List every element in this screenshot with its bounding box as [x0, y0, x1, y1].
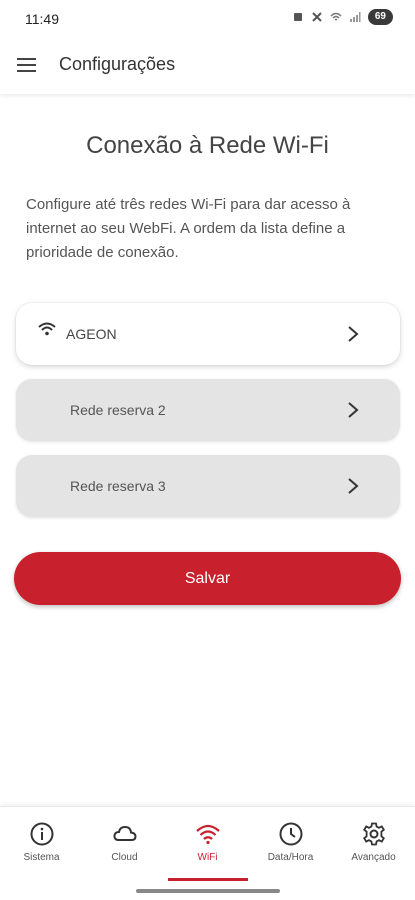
nav-label: Cloud [111, 852, 138, 863]
network-item-3[interactable]: Rede reserva 3 [16, 455, 400, 517]
notification-icon [293, 13, 302, 21]
signal-wifi-icon [330, 12, 342, 21]
nav-item-wifi[interactable]: WiFi [166, 807, 249, 881]
app-title: Configurações [59, 54, 176, 74]
menu-icon[interactable] [16, 54, 40, 76]
network-item-1[interactable]: AGEON [16, 303, 400, 365]
cloud-icon [113, 825, 137, 841]
network-item-2[interactable]: Rede reserva 2 [16, 379, 400, 441]
network-label: Rede reserva 2 [70, 402, 166, 418]
chevron-right-icon [348, 478, 359, 494]
wifi-icon [196, 824, 220, 845]
status-time: 11:49 [25, 11, 59, 27]
network-label: Rede reserva 3 [70, 478, 166, 494]
clock-icon [279, 822, 303, 846]
chevron-right-icon [348, 402, 359, 418]
chevron-right-icon [348, 326, 359, 342]
battery-indicator: 69 [367, 9, 393, 25]
save-button[interactable]: Salvar [14, 552, 401, 605]
gear-icon [363, 822, 385, 846]
status-bar: 11:49 69 [0, 0, 415, 38]
nav-selected-indicator [168, 878, 248, 881]
nav-label: Avançado [351, 852, 396, 863]
nav-label: Data/Hora [267, 852, 314, 863]
page-description: Configure até três redes Wi-Fi para dar … [26, 196, 351, 261]
nav-item-cloud[interactable]: Cloud [83, 807, 166, 881]
nav-label: Sistema [23, 852, 60, 863]
wifi-icon [38, 322, 56, 336]
page-title: Conexão à Rede Wi-Fi [86, 132, 329, 159]
mute-icon [312, 12, 322, 22]
status-icons: 69 [292, 9, 393, 25]
nav-item-data-hora[interactable]: Data/Hora [249, 807, 332, 881]
network-label: AGEON [66, 326, 117, 342]
nav-item-avancado[interactable]: Avançado [332, 807, 415, 881]
nav-item-sistema[interactable]: Sistema [0, 807, 83, 881]
bottom-nav: Sistema Cloud WiFi Data/Hora Avançado [0, 806, 415, 881]
home-indicator[interactable] [136, 889, 280, 893]
nav-label: WiFi [197, 852, 218, 863]
info-icon [30, 822, 54, 846]
app-bar: Configurações [0, 38, 415, 94]
cell-signal-icon [349, 12, 361, 22]
